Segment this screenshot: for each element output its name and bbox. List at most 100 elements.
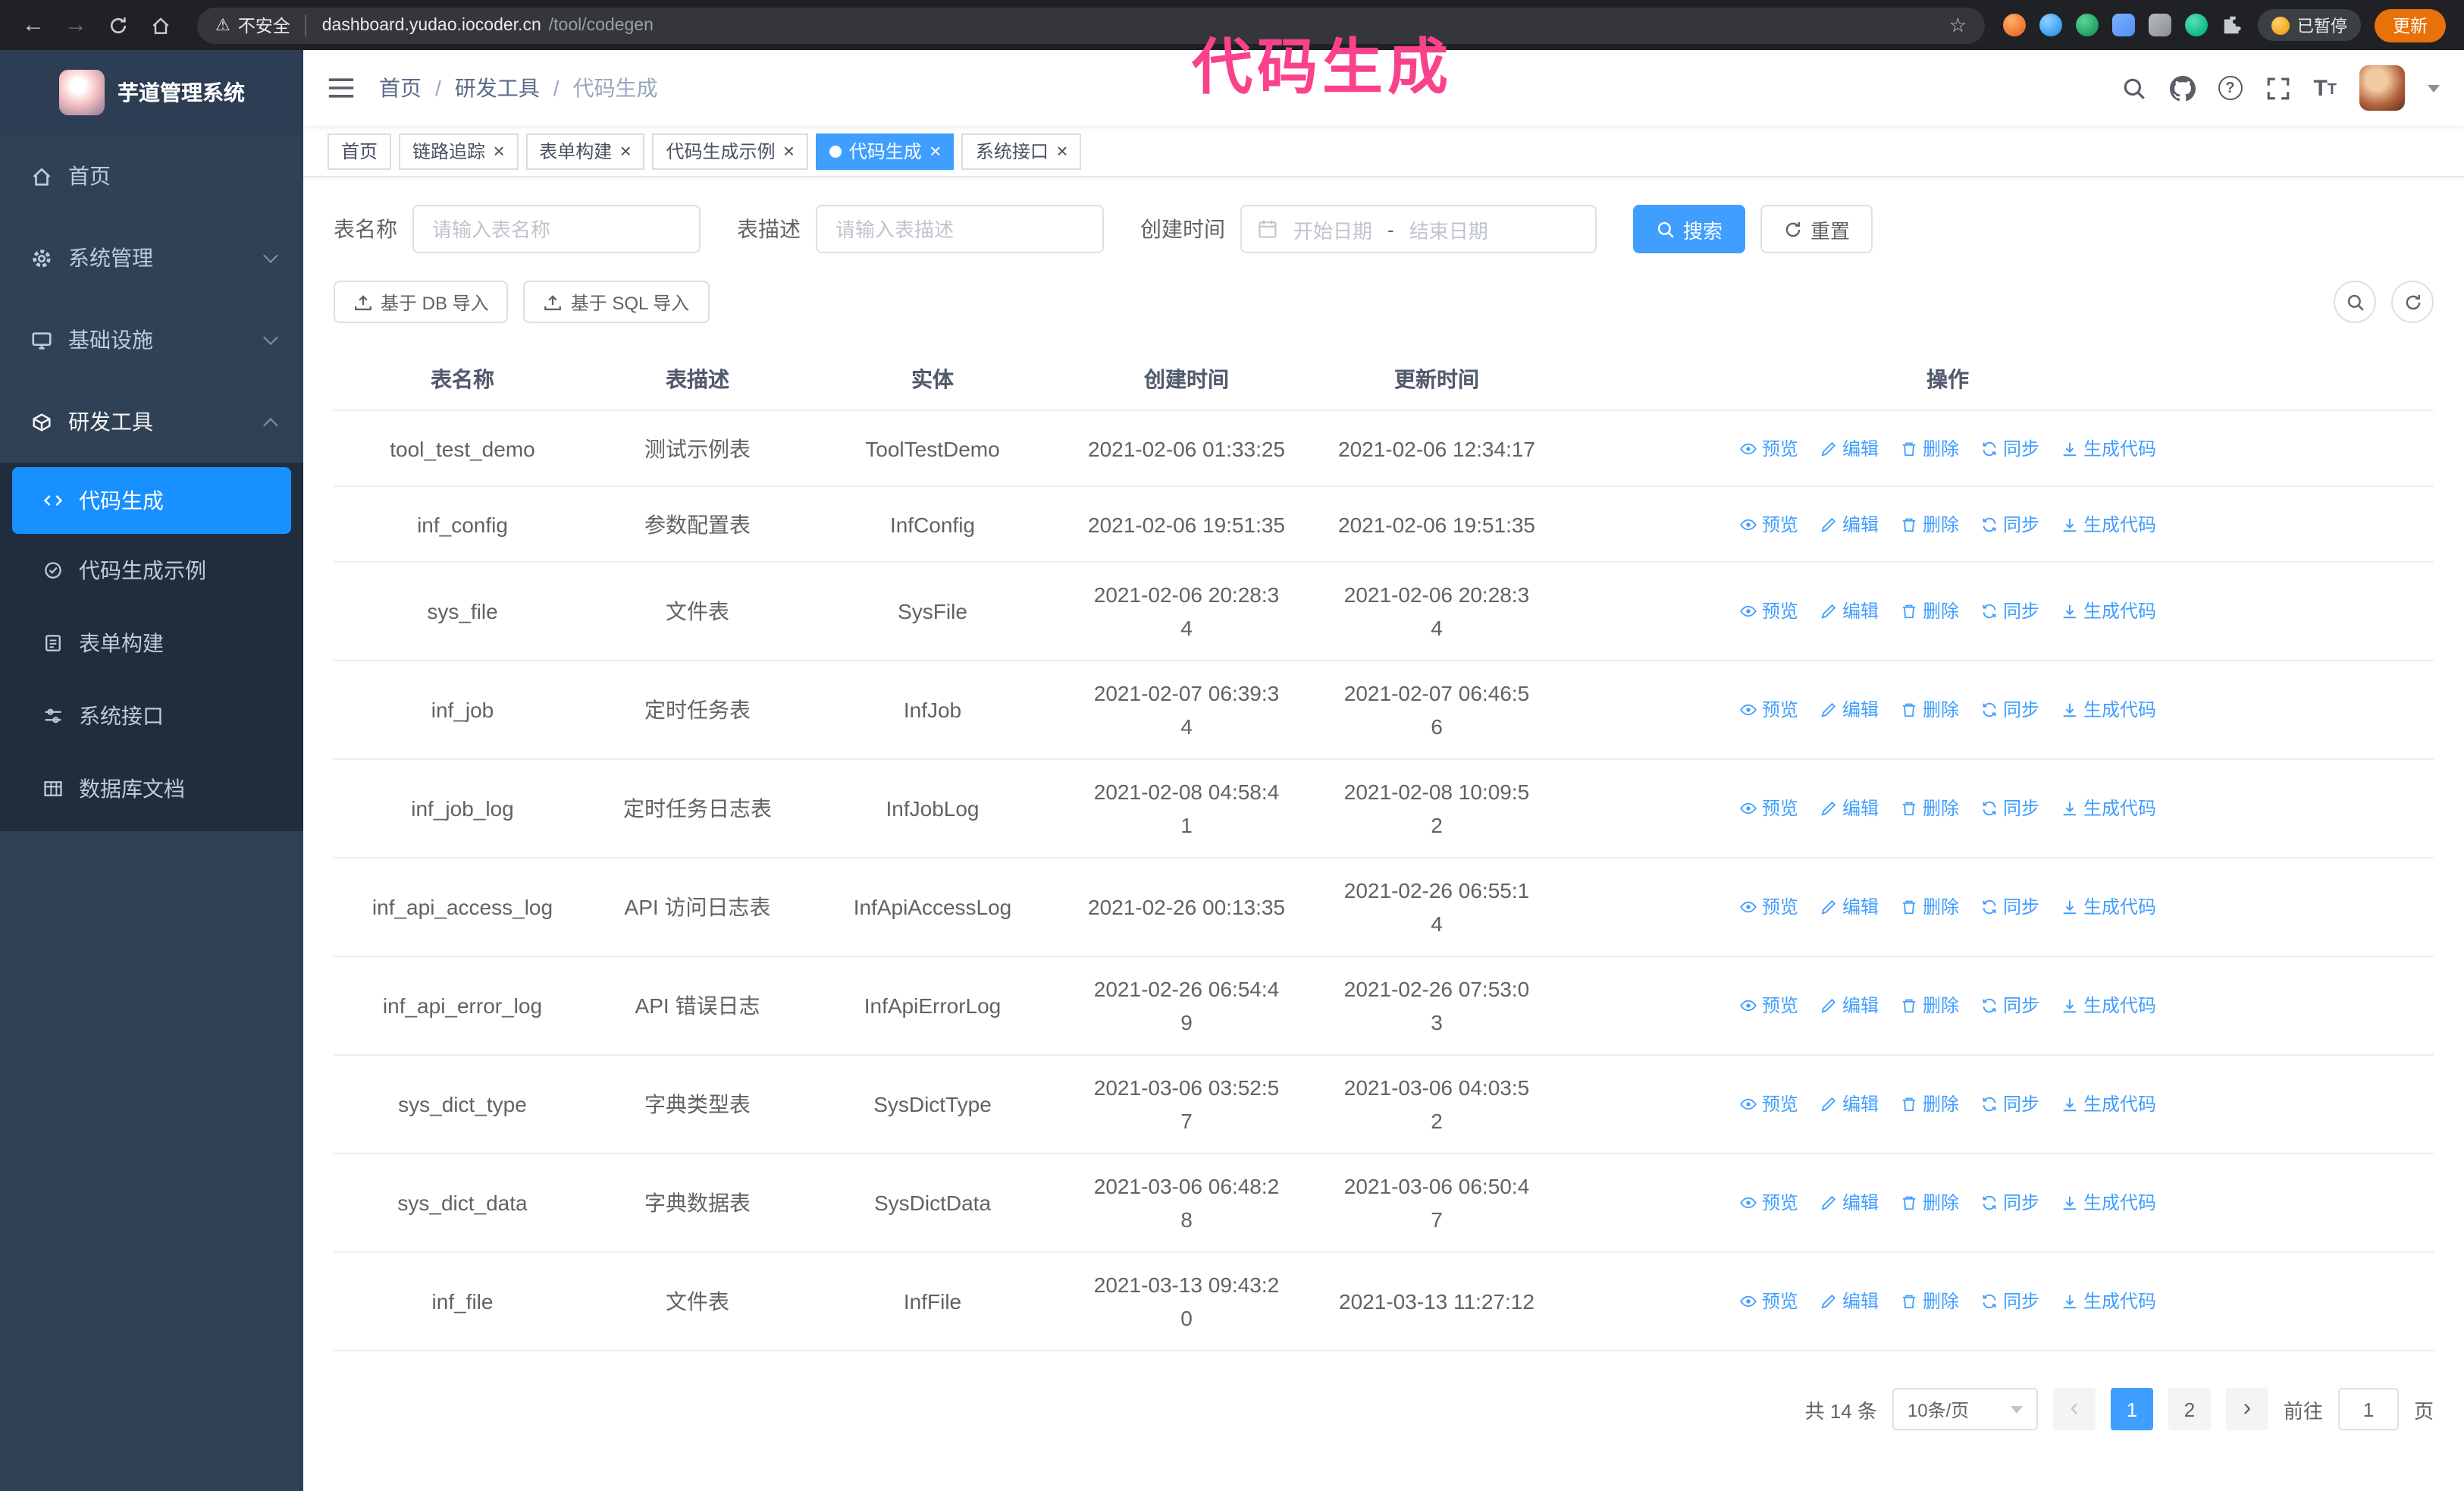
extensions-puzzle-icon[interactable]: [2221, 14, 2244, 36]
sync-link[interactable]: 同步: [1980, 595, 2039, 628]
sidebar-toggle-icon[interactable]: [328, 76, 355, 100]
generate-code-link[interactable]: 生成代码: [2061, 1186, 2156, 1219]
sidebar-item-dev-tools[interactable]: 研发工具: [0, 381, 303, 463]
generate-code-link[interactable]: 生成代码: [2061, 792, 2156, 825]
table-desc-input[interactable]: [816, 205, 1104, 253]
tab-tag[interactable]: 代码生成示例 ×: [652, 133, 808, 169]
delete-link[interactable]: 删除: [1900, 693, 1959, 727]
edit-link[interactable]: 编辑: [1820, 1088, 1879, 1121]
page-button-1[interactable]: 1: [2110, 1388, 2153, 1430]
preview-link[interactable]: 预览: [1739, 890, 1798, 924]
create-time-range-picker[interactable]: 开始日期 - 结束日期: [1240, 205, 1597, 253]
tab-tag[interactable]: 代码生成 ×: [815, 133, 955, 169]
preview-link[interactable]: 预览: [1739, 507, 1798, 541]
close-icon[interactable]: ×: [1056, 141, 1067, 161]
tab-tag[interactable]: 表单构建 ×: [525, 133, 645, 169]
close-icon[interactable]: ×: [493, 141, 504, 161]
extension-icon-1[interactable]: [2003, 14, 2026, 36]
browser-forward-icon[interactable]: →: [58, 7, 94, 43]
delete-link[interactable]: 删除: [1900, 1186, 1959, 1219]
sidebar-item-home[interactable]: 首页: [0, 135, 303, 217]
preview-link[interactable]: 预览: [1739, 1285, 1798, 1318]
close-icon[interactable]: ×: [929, 141, 941, 161]
close-icon[interactable]: ×: [783, 141, 795, 161]
sync-link[interactable]: 同步: [1980, 989, 2039, 1022]
preview-link[interactable]: 预览: [1739, 1088, 1798, 1121]
sync-link[interactable]: 同步: [1980, 792, 2039, 825]
preview-link[interactable]: 预览: [1739, 432, 1798, 465]
sidebar-item-system-management[interactable]: 系统管理: [0, 217, 303, 299]
sync-link[interactable]: 同步: [1980, 507, 2039, 541]
sync-link[interactable]: 同步: [1980, 890, 2039, 924]
import-from-sql-button[interactable]: 基于 SQL 导入: [523, 281, 710, 323]
import-from-db-button[interactable]: 基于 DB 导入: [334, 281, 509, 323]
edit-link[interactable]: 编辑: [1820, 1186, 1879, 1219]
sidebar-item-codegen[interactable]: 代码生成: [12, 467, 291, 534]
generate-code-link[interactable]: 生成代码: [2061, 890, 2156, 924]
sidebar-item-system-api[interactable]: 系统接口: [0, 680, 303, 752]
preview-link[interactable]: 预览: [1739, 693, 1798, 727]
extension-icon-2[interactable]: [2039, 14, 2062, 36]
edit-link[interactable]: 编辑: [1820, 792, 1879, 825]
extension-icon-5[interactable]: [2149, 14, 2171, 36]
delete-link[interactable]: 删除: [1900, 1088, 1959, 1121]
generate-code-link[interactable]: 生成代码: [2061, 432, 2156, 465]
page-button-2[interactable]: 2: [2168, 1388, 2211, 1430]
sidebar-item-db-docs[interactable]: 数据库文档: [0, 752, 303, 825]
toggle-search-button[interactable]: [2334, 281, 2376, 323]
search-button[interactable]: 搜索: [1633, 205, 1746, 253]
sync-link[interactable]: 同步: [1980, 1186, 2039, 1219]
page-size-select[interactable]: 10条/页: [1892, 1388, 2038, 1430]
goto-page-input[interactable]: [2337, 1388, 2399, 1430]
browser-home-icon[interactable]: [143, 7, 179, 43]
extension-icon-4[interactable]: [2112, 14, 2135, 36]
preview-link[interactable]: 预览: [1739, 595, 1798, 628]
edit-link[interactable]: 编辑: [1820, 890, 1879, 924]
avatar-dropdown-caret-icon[interactable]: [2428, 84, 2440, 92]
user-avatar[interactable]: [2359, 65, 2405, 111]
sidebar-item-form-builder[interactable]: 表单构建: [0, 607, 303, 680]
font-size-icon[interactable]: TT: [2313, 77, 2337, 99]
help-icon[interactable]: ?: [2218, 76, 2243, 100]
generate-code-link[interactable]: 生成代码: [2061, 989, 2156, 1022]
generate-code-link[interactable]: 生成代码: [2061, 1285, 2156, 1318]
browser-update-button[interactable]: 更新: [2375, 8, 2446, 42]
generate-code-link[interactable]: 生成代码: [2061, 595, 2156, 628]
tab-tag[interactable]: 链路追踪 ×: [399, 133, 519, 169]
preview-link[interactable]: 预览: [1739, 989, 1798, 1022]
edit-link[interactable]: 编辑: [1820, 989, 1879, 1022]
browser-reload-icon[interactable]: [100, 7, 136, 43]
breadcrumb-home[interactable]: 首页: [379, 73, 422, 103]
sync-link[interactable]: 同步: [1980, 693, 2039, 727]
search-icon[interactable]: [2121, 75, 2146, 101]
extension-icon-3[interactable]: [2076, 14, 2099, 36]
tab-tag[interactable]: 系统接口 ×: [961, 133, 1082, 169]
prev-page-button[interactable]: ‹: [2052, 1388, 2096, 1430]
delete-link[interactable]: 删除: [1900, 890, 1959, 924]
table-name-input[interactable]: [412, 205, 701, 253]
generate-code-link[interactable]: 生成代码: [2061, 507, 2156, 541]
edit-link[interactable]: 编辑: [1820, 693, 1879, 727]
edit-link[interactable]: 编辑: [1820, 507, 1879, 541]
generate-code-link[interactable]: 生成代码: [2061, 693, 2156, 727]
sync-link[interactable]: 同步: [1980, 1285, 2039, 1318]
edit-link[interactable]: 编辑: [1820, 1285, 1879, 1318]
tab-tag[interactable]: 首页 ×: [328, 133, 392, 169]
close-icon[interactable]: ×: [619, 141, 631, 161]
bookmark-star-icon[interactable]: ☆: [1949, 13, 1967, 37]
edit-link[interactable]: 编辑: [1820, 595, 1879, 628]
next-page-button[interactable]: ›: [2225, 1388, 2268, 1430]
sync-link[interactable]: 同步: [1980, 432, 2039, 465]
delete-link[interactable]: 删除: [1900, 507, 1959, 541]
delete-link[interactable]: 删除: [1900, 432, 1959, 465]
address-bar[interactable]: ⚠ 不安全 dashboard.yudao.iocoder.cn/tool/co…: [197, 7, 1985, 43]
breadcrumb-dev-tools[interactable]: 研发工具: [455, 73, 540, 103]
generate-code-link[interactable]: 生成代码: [2061, 1088, 2156, 1121]
fullscreen-icon[interactable]: [2265, 75, 2290, 101]
paused-badge[interactable]: 已暂停: [2258, 9, 2361, 41]
extension-icon-6[interactable]: [2185, 14, 2208, 36]
delete-link[interactable]: 删除: [1900, 989, 1959, 1022]
sidebar-item-infrastructure[interactable]: 基础设施: [0, 299, 303, 381]
delete-link[interactable]: 删除: [1900, 595, 1959, 628]
app-logo[interactable]: 芋道管理系统: [0, 50, 303, 135]
